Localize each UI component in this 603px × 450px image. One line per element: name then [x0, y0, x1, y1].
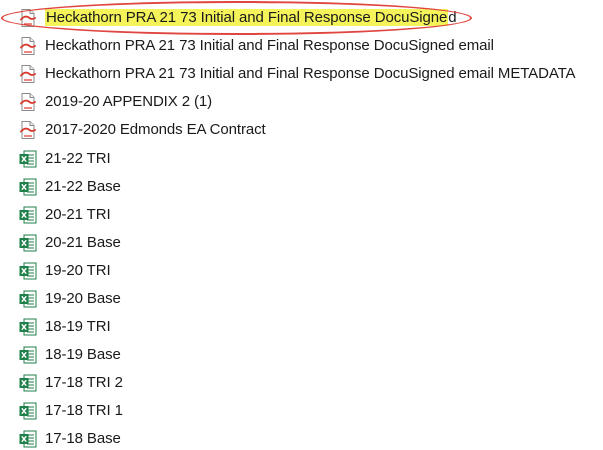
file-name: 17-18 Base [45, 430, 121, 448]
file-name: Heckathorn PRA 21 73 Initial and Final R… [45, 8, 457, 28]
spreadsheet-file-icon [18, 261, 38, 281]
spreadsheet-file-icon [18, 317, 38, 337]
pdf-file-icon [18, 36, 38, 56]
spreadsheet-file-icon [18, 429, 38, 449]
spreadsheet-file-icon [18, 373, 38, 393]
file-name: 19-20 TRI [45, 261, 111, 279]
file-row[interactable]: 21-22 Base [0, 173, 603, 201]
spreadsheet-file-icon [18, 233, 38, 253]
file-row[interactable]: Heckathorn PRA 21 73 Initial and Final R… [0, 4, 603, 32]
file-row[interactable]: 18-19 TRI [0, 313, 603, 341]
pdf-file-icon [18, 92, 38, 112]
pdf-file-icon [18, 120, 38, 140]
file-name: 18-19 TRI [45, 318, 111, 336]
file-row[interactable]: Heckathorn PRA 21 73 Initial and Final R… [0, 60, 603, 88]
spreadsheet-file-icon [18, 289, 38, 309]
file-name: 17-18 TRI 2 [45, 374, 123, 392]
file-name: 2017-2020 Edmonds EA Contract [45, 121, 266, 139]
file-name: Heckathorn PRA 21 73 Initial and Final R… [45, 65, 576, 83]
spreadsheet-file-icon [18, 345, 38, 365]
spreadsheet-file-icon [18, 401, 38, 421]
pdf-file-icon [18, 64, 38, 84]
file-row[interactable]: 17-18 Base [0, 425, 603, 450]
file-row[interactable]: 17-18 TRI 2 [0, 369, 603, 397]
file-row[interactable]: 19-20 Base [0, 285, 603, 313]
file-row[interactable]: 19-20 TRI [0, 257, 603, 285]
highlighted-text: Heckathorn PRA 21 73 Initial and Final R… [45, 9, 449, 27]
pdf-file-icon [18, 8, 38, 28]
file-row[interactable]: 20-21 Base [0, 229, 603, 257]
file-row[interactable]: 2019-20 APPENDIX 2 (1) [0, 88, 603, 116]
spreadsheet-file-icon [18, 205, 38, 225]
file-name: 18-19 Base [45, 346, 121, 364]
file-name: 2019-20 APPENDIX 2 (1) [45, 93, 213, 111]
file-row[interactable]: 18-19 Base [0, 341, 603, 369]
file-name: 21-22 TRI [45, 149, 111, 167]
file-row[interactable]: 20-21 TRI [0, 201, 603, 229]
file-row[interactable]: Heckathorn PRA 21 73 Initial and Final R… [0, 32, 603, 60]
file-name: 21-22 Base [45, 177, 121, 195]
file-list: Heckathorn PRA 21 73 Initial and Final R… [0, 4, 603, 450]
file-name: 17-18 TRI 1 [45, 402, 123, 420]
file-row[interactable]: 21-22 TRI [0, 144, 603, 172]
file-row[interactable]: 2017-2020 Edmonds EA Contract [0, 116, 603, 144]
spreadsheet-file-icon [18, 177, 38, 197]
file-name: 20-21 TRI [45, 205, 111, 223]
spreadsheet-file-icon [18, 149, 38, 169]
file-name-tail: d [448, 9, 457, 27]
file-name: Heckathorn PRA 21 73 Initial and Final R… [45, 37, 494, 55]
file-row[interactable]: 17-18 TRI 1 [0, 397, 603, 425]
file-name: 19-20 Base [45, 289, 121, 307]
file-name: 20-21 Base [45, 233, 121, 251]
